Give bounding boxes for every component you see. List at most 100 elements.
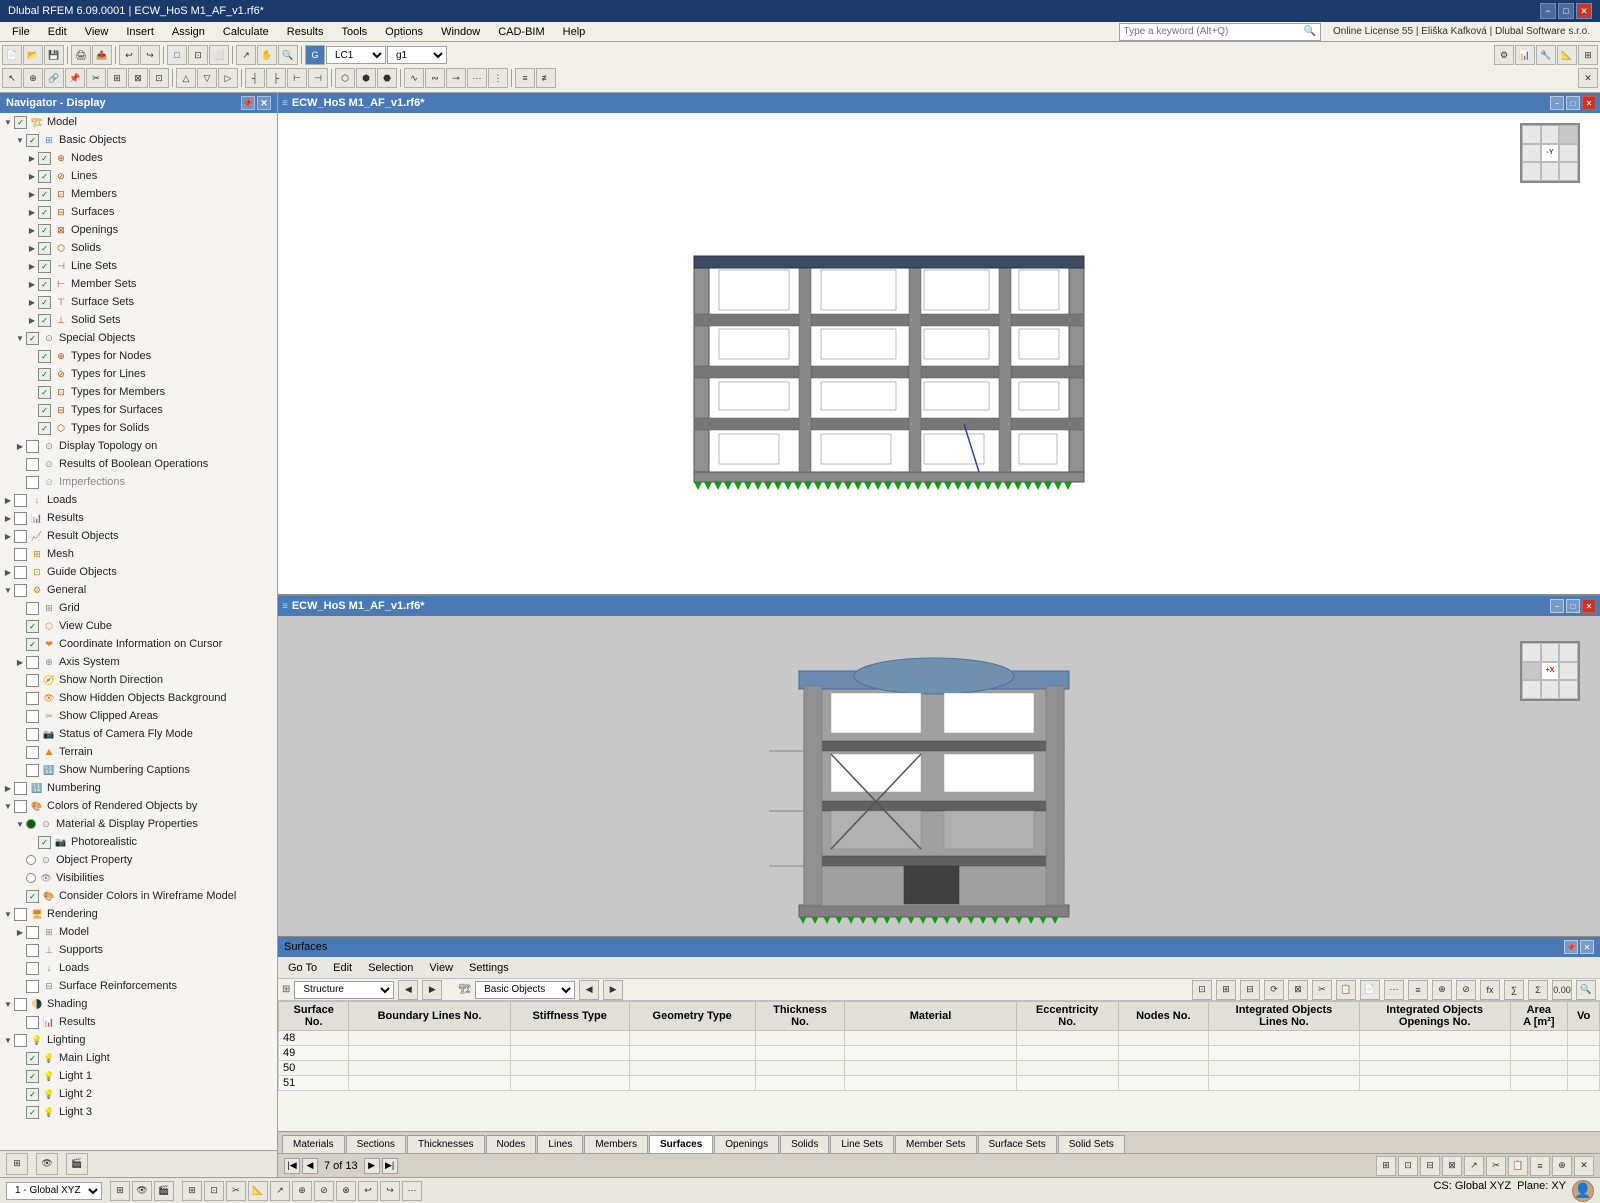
tree-check-model[interactable] xyxy=(14,116,27,129)
status-tb-10[interactable]: ✕ xyxy=(1574,1156,1594,1176)
tb2-22[interactable]: ⋯ xyxy=(467,68,487,88)
tree-item-imperfections[interactable]: ▶ ⊙ Imperfections xyxy=(0,473,277,491)
viewport-bottom[interactable]: ≡ ECW_HoS M1_AF_v1.rf6* − □ ✕ xyxy=(278,596,1600,936)
table-tb-8[interactable]: 📄 xyxy=(1360,980,1380,1000)
tables-settings[interactable]: Settings xyxy=(463,960,515,976)
menu-window[interactable]: Window xyxy=(433,24,488,40)
tb-print[interactable]: 🖨 xyxy=(71,45,91,65)
tree-check-show-clipped[interactable] xyxy=(26,710,39,723)
status-icon-grid[interactable]: ⊞ xyxy=(110,1181,130,1201)
status-tb-4[interactable]: ⊠ xyxy=(1442,1156,1462,1176)
filter-prev[interactable]: ◀ xyxy=(398,980,418,1000)
tb-open[interactable]: 📂 xyxy=(23,45,43,65)
tree-item-surfaces[interactable]: ▶ ⊟ Surfaces xyxy=(0,203,277,221)
viewport-top-view[interactable]: -Y xyxy=(278,113,1600,596)
tree-item-members[interactable]: ▶ ⊡ Members xyxy=(0,185,277,203)
tree-item-basic-objects[interactable]: ▼ ⊞ Basic Objects xyxy=(0,131,277,149)
table-tb-15[interactable]: Σ xyxy=(1528,980,1548,1000)
menu-help[interactable]: Help xyxy=(555,24,594,40)
tb2-close[interactable]: ✕ xyxy=(1578,68,1598,88)
tab-surfaces[interactable]: Surfaces xyxy=(649,1135,713,1153)
tree-check-view-cube[interactable] xyxy=(26,620,39,633)
status-icon-camera[interactable]: 🎬 xyxy=(154,1181,174,1201)
tree-check-ren-model[interactable] xyxy=(26,926,39,939)
tb2-11[interactable]: ▷ xyxy=(218,68,238,88)
tree-check-coord-cursor[interactable] xyxy=(26,638,39,651)
viewport-bottom-close[interactable]: ✕ xyxy=(1582,599,1596,613)
tree-check-light2[interactable] xyxy=(26,1088,39,1101)
tb-pan[interactable]: ✋ xyxy=(257,45,277,65)
tb2-10[interactable]: ▽ xyxy=(197,68,217,88)
table-tb-14[interactable]: ∑ xyxy=(1504,980,1524,1000)
minimize-button[interactable]: − xyxy=(1540,3,1556,19)
table-row[interactable]: 48 xyxy=(279,1031,1600,1046)
tree-item-types-nodes[interactable]: ▶ ⊕ Types for Nodes xyxy=(0,347,277,365)
nav-bottom-grid[interactable]: ⊞ xyxy=(6,1153,28,1175)
tb-new[interactable]: 📄 xyxy=(2,45,22,65)
tb2-5[interactable]: ✂ xyxy=(86,68,106,88)
statusbar-tb-3[interactable]: ✂ xyxy=(226,1181,246,1201)
tables-goto[interactable]: Go To xyxy=(282,960,323,976)
tree-item-mesh[interactable]: ▶ ⊞ Mesh xyxy=(0,545,277,563)
tree-item-loads[interactable]: ▶ ↓ Loads xyxy=(0,491,277,509)
radio-material-display[interactable] xyxy=(26,819,36,829)
tab-solids[interactable]: Solids xyxy=(780,1135,829,1153)
tree-item-view-cube[interactable]: ▶ ⬡ View Cube xyxy=(0,617,277,635)
status-tb-2[interactable]: ⊡ xyxy=(1398,1156,1418,1176)
nav-bottom-camera[interactable]: 🎬 xyxy=(66,1153,88,1175)
tree-check-solid-sets[interactable] xyxy=(38,314,51,327)
status-tb-8[interactable]: ≡ xyxy=(1530,1156,1550,1176)
tree-item-ren-supports[interactable]: ▶ ⊥ Supports xyxy=(0,941,277,959)
menu-insert[interactable]: Insert xyxy=(118,24,162,40)
tree-check-rendering[interactable] xyxy=(14,908,27,921)
tree-item-material-display[interactable]: ▼ ⊙ Material & Display Properties xyxy=(0,815,277,833)
tree-item-surface-sets[interactable]: ▶ ⊤ Surface Sets xyxy=(0,293,277,311)
tree-item-grid[interactable]: ▶ ⊞ Grid xyxy=(0,599,277,617)
tree-check-member-sets[interactable] xyxy=(38,278,51,291)
tree-check-surface-reinforcements[interactable] xyxy=(26,980,39,993)
tb2-2[interactable]: ⊕ xyxy=(23,68,43,88)
statusbar-tb-8[interactable]: ⊗ xyxy=(336,1181,356,1201)
tb2-8[interactable]: ⊡ xyxy=(149,68,169,88)
statusbar-tb-4[interactable]: 📐 xyxy=(248,1181,268,1201)
tab-members[interactable]: Members xyxy=(584,1135,648,1153)
tree-item-results[interactable]: ▶ 📊 Results xyxy=(0,509,277,527)
tree-check-main-light[interactable] xyxy=(26,1052,39,1065)
table-row[interactable]: 50 xyxy=(279,1061,1600,1076)
status-tb-6[interactable]: ✂ xyxy=(1486,1156,1506,1176)
tb-extra-5[interactable]: ⊞ xyxy=(1578,45,1598,65)
tables-close-button[interactable]: ✕ xyxy=(1580,940,1594,954)
pager-last[interactable]: ▶| xyxy=(382,1158,398,1174)
tree-item-openings[interactable]: ▶ ⊠ Openings xyxy=(0,221,277,239)
tree-check-show-hidden[interactable] xyxy=(26,692,39,705)
tb2-12[interactable]: ┤ xyxy=(245,68,265,88)
tb2-6[interactable]: ⊞ xyxy=(107,68,127,88)
tree-check-types-nodes[interactable] xyxy=(38,350,51,363)
tree-check-light1[interactable] xyxy=(26,1070,39,1083)
tree-check-lighting[interactable] xyxy=(14,1034,27,1047)
tree-item-lighting[interactable]: ▼ 💡 Lighting xyxy=(0,1031,277,1049)
status-tb-1[interactable]: ⊞ xyxy=(1376,1156,1396,1176)
tree-check-surface-sets[interactable] xyxy=(38,296,51,309)
tree-check-lines[interactable] xyxy=(38,170,51,183)
status-tb-5[interactable]: ↗ xyxy=(1464,1156,1484,1176)
table-tb-9[interactable]: ⋯ xyxy=(1384,980,1404,1000)
tb2-1[interactable]: ↖ xyxy=(2,68,22,88)
menu-assign[interactable]: Assign xyxy=(164,24,213,40)
pager-first[interactable]: |◀ xyxy=(284,1158,300,1174)
tree-item-solid-sets[interactable]: ▶ ⊥ Solid Sets xyxy=(0,311,277,329)
tree-check-mesh[interactable] xyxy=(14,548,27,561)
nav-bottom-eye[interactable]: 👁 xyxy=(36,1153,58,1175)
tab-surface-sets[interactable]: Surface Sets xyxy=(978,1135,1057,1153)
tree-item-visibilities[interactable]: ▶ 👁 Visibilities xyxy=(0,869,277,887)
table-tb-12[interactable]: ⊘ xyxy=(1456,980,1476,1000)
tab-sections[interactable]: Sections xyxy=(346,1135,406,1153)
tree-check-types-surfaces[interactable] xyxy=(38,404,51,417)
tb2-17[interactable]: ⬢ xyxy=(356,68,376,88)
tab-nodes[interactable]: Nodes xyxy=(486,1135,537,1153)
status-tb-7[interactable]: 📋 xyxy=(1508,1156,1528,1176)
tables-pin-button[interactable]: 📌 xyxy=(1564,940,1578,954)
tree-check-loads[interactable] xyxy=(14,494,27,507)
table-tb-11[interactable]: ⊕ xyxy=(1432,980,1452,1000)
tree-item-nodes[interactable]: ▶ ⊕ Nodes xyxy=(0,149,277,167)
